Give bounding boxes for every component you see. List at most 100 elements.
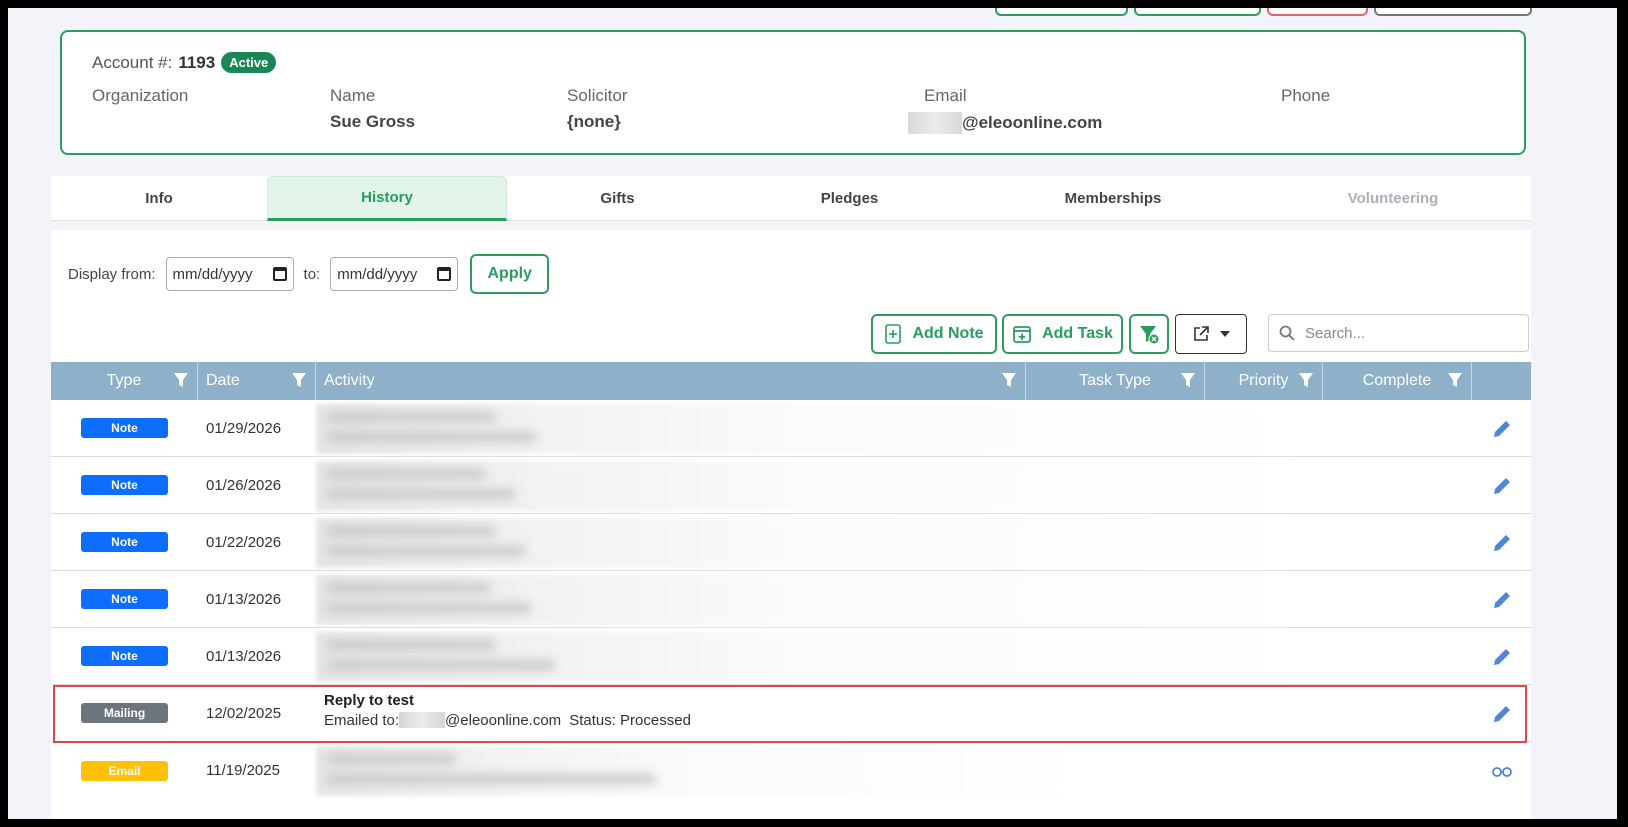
solicitor-field: Solicitor {none}: [567, 86, 627, 132]
redacted-line: [326, 468, 486, 479]
calendar-icon[interactable]: [437, 267, 452, 281]
col-task-type: Task Type: [1026, 362, 1205, 400]
type-cell: Mailing: [51, 703, 198, 723]
col-date: Date: [198, 362, 316, 400]
type-cell: Note: [51, 532, 198, 552]
redacted-block: [399, 712, 446, 728]
filter-icon[interactable]: [1180, 372, 1196, 388]
add-note-button[interactable]: Add Note: [871, 314, 997, 354]
name-value: Sue Gross: [330, 112, 416, 131]
table-row[interactable]: Mailing 12/02/2025 Reply to test Emailed…: [51, 685, 1531, 742]
redacted-line: [326, 639, 496, 650]
type-cell: Note: [51, 646, 198, 666]
filter-icon[interactable]: [1447, 372, 1463, 388]
activity-cell-blurred: [316, 514, 1531, 571]
col-activity: Activity: [316, 362, 1026, 400]
type-badge: Note: [81, 589, 168, 609]
activity-cell-blurred: [316, 628, 1531, 685]
activity-prefix: Emailed to:: [324, 711, 400, 729]
email-label: Email: [924, 86, 967, 105]
table-row[interactable]: Email 11/19/2025: [51, 742, 1531, 799]
top-action-button-2[interactable]: [1134, 8, 1261, 16]
type-cell: Note: [51, 589, 198, 609]
export-icon: [1194, 326, 1209, 341]
redacted-line: [326, 582, 491, 593]
note-add-icon: [885, 324, 902, 344]
clear-filter-button[interactable]: [1129, 314, 1169, 354]
tab-pledges[interactable]: Pledges: [728, 176, 971, 221]
redacted-line: [326, 488, 516, 499]
date-cell: 11/19/2025: [206, 762, 280, 779]
table-row[interactable]: Note 01/13/2026: [51, 571, 1531, 628]
phone-label: Phone: [1281, 86, 1331, 105]
activity-cell-blurred: [316, 571, 1531, 628]
activity-cell-blurred: [316, 400, 1531, 457]
date-cell: 01/26/2026: [206, 476, 282, 494]
add-task-button[interactable]: Add Task: [1002, 314, 1123, 354]
top-action-button-1[interactable]: [995, 8, 1128, 16]
apply-button[interactable]: Apply: [470, 254, 550, 294]
redacted-line: [326, 774, 656, 784]
filter-icon[interactable]: [173, 372, 189, 388]
search-icon: [1279, 325, 1295, 341]
email-field: Email @eleoonline.com: [908, 86, 1102, 134]
calendar-add-icon: [1013, 326, 1031, 343]
export-dropdown-button[interactable]: [1175, 314, 1247, 354]
pencil-icon[interactable]: [1491, 475, 1513, 497]
solicitor-value: {none}: [567, 112, 621, 131]
tab-memberships[interactable]: Memberships: [971, 176, 1255, 221]
to-date-input[interactable]: mm/dd/yyyy: [330, 257, 459, 291]
account-number-label: Account #:: [92, 52, 173, 72]
col-priority: Priority: [1205, 362, 1323, 400]
solicitor-label: Solicitor: [567, 86, 628, 105]
add-note-label: Add Note: [912, 325, 984, 342]
redacted-line: [326, 754, 456, 764]
glasses-icon[interactable]: [1491, 760, 1513, 782]
top-delete-button[interactable]: [1267, 8, 1368, 16]
tab-gifts[interactable]: Gifts: [507, 176, 728, 221]
filter-icon[interactable]: [1001, 372, 1017, 388]
from-date-input[interactable]: mm/dd/yyyy: [165, 257, 294, 291]
col-priority-label: Priority: [1238, 372, 1289, 389]
account-number: 1193: [178, 52, 216, 72]
add-task-label: Add Task: [1042, 325, 1113, 342]
phone-field: Phone: [1281, 86, 1330, 112]
type-badge: Note: [81, 475, 168, 495]
filter-icon[interactable]: [291, 372, 307, 388]
filter-icon[interactable]: [1298, 372, 1314, 388]
status-badge: Active: [221, 52, 277, 73]
organization-label: Organization: [92, 86, 189, 105]
pencil-icon[interactable]: [1491, 418, 1513, 440]
search-input[interactable]: Search...: [1268, 314, 1529, 352]
pencil-icon[interactable]: [1491, 703, 1513, 725]
table-row[interactable]: Note 01/22/2026: [51, 514, 1531, 571]
table-header: Type Date Activity Task Type Priority Co…: [51, 362, 1531, 400]
filter-clear-icon: [1140, 326, 1160, 345]
redacted-line: [326, 431, 536, 442]
date-filter: Display from: mm/dd/yyyy to: mm/dd/yyyy …: [68, 254, 550, 294]
redacted-line: [326, 602, 531, 613]
type-badge: Mailing: [81, 703, 168, 723]
col-date-label: Date: [206, 372, 240, 389]
table-row[interactable]: Note 01/29/2026: [51, 400, 1531, 457]
col-type: Type: [51, 362, 198, 400]
calendar-icon[interactable]: [272, 267, 287, 281]
top-action-button-4[interactable]: [1374, 8, 1532, 16]
table-row[interactable]: Note 01/26/2026: [51, 457, 1531, 514]
redacted-line: [326, 411, 496, 422]
pencil-icon[interactable]: [1491, 646, 1513, 668]
pencil-icon[interactable]: [1491, 532, 1513, 554]
table-row[interactable]: Note 01/13/2026: [51, 628, 1531, 685]
type-badge: Note: [81, 532, 168, 552]
date-cell: 01/22/2026: [206, 533, 282, 551]
type-badge: Note: [81, 418, 168, 438]
pencil-icon[interactable]: [1491, 589, 1513, 611]
tab-info[interactable]: Info: [51, 176, 267, 221]
tab-history[interactable]: History: [267, 176, 507, 221]
to-label: to:: [303, 265, 321, 283]
tab-volunteering[interactable]: Volunteering: [1255, 176, 1531, 221]
search-placeholder: Search...: [1305, 324, 1366, 342]
activity-status: Status: Processed: [569, 711, 691, 729]
redacted-block: [908, 112, 962, 134]
redacted-line: [326, 545, 526, 556]
